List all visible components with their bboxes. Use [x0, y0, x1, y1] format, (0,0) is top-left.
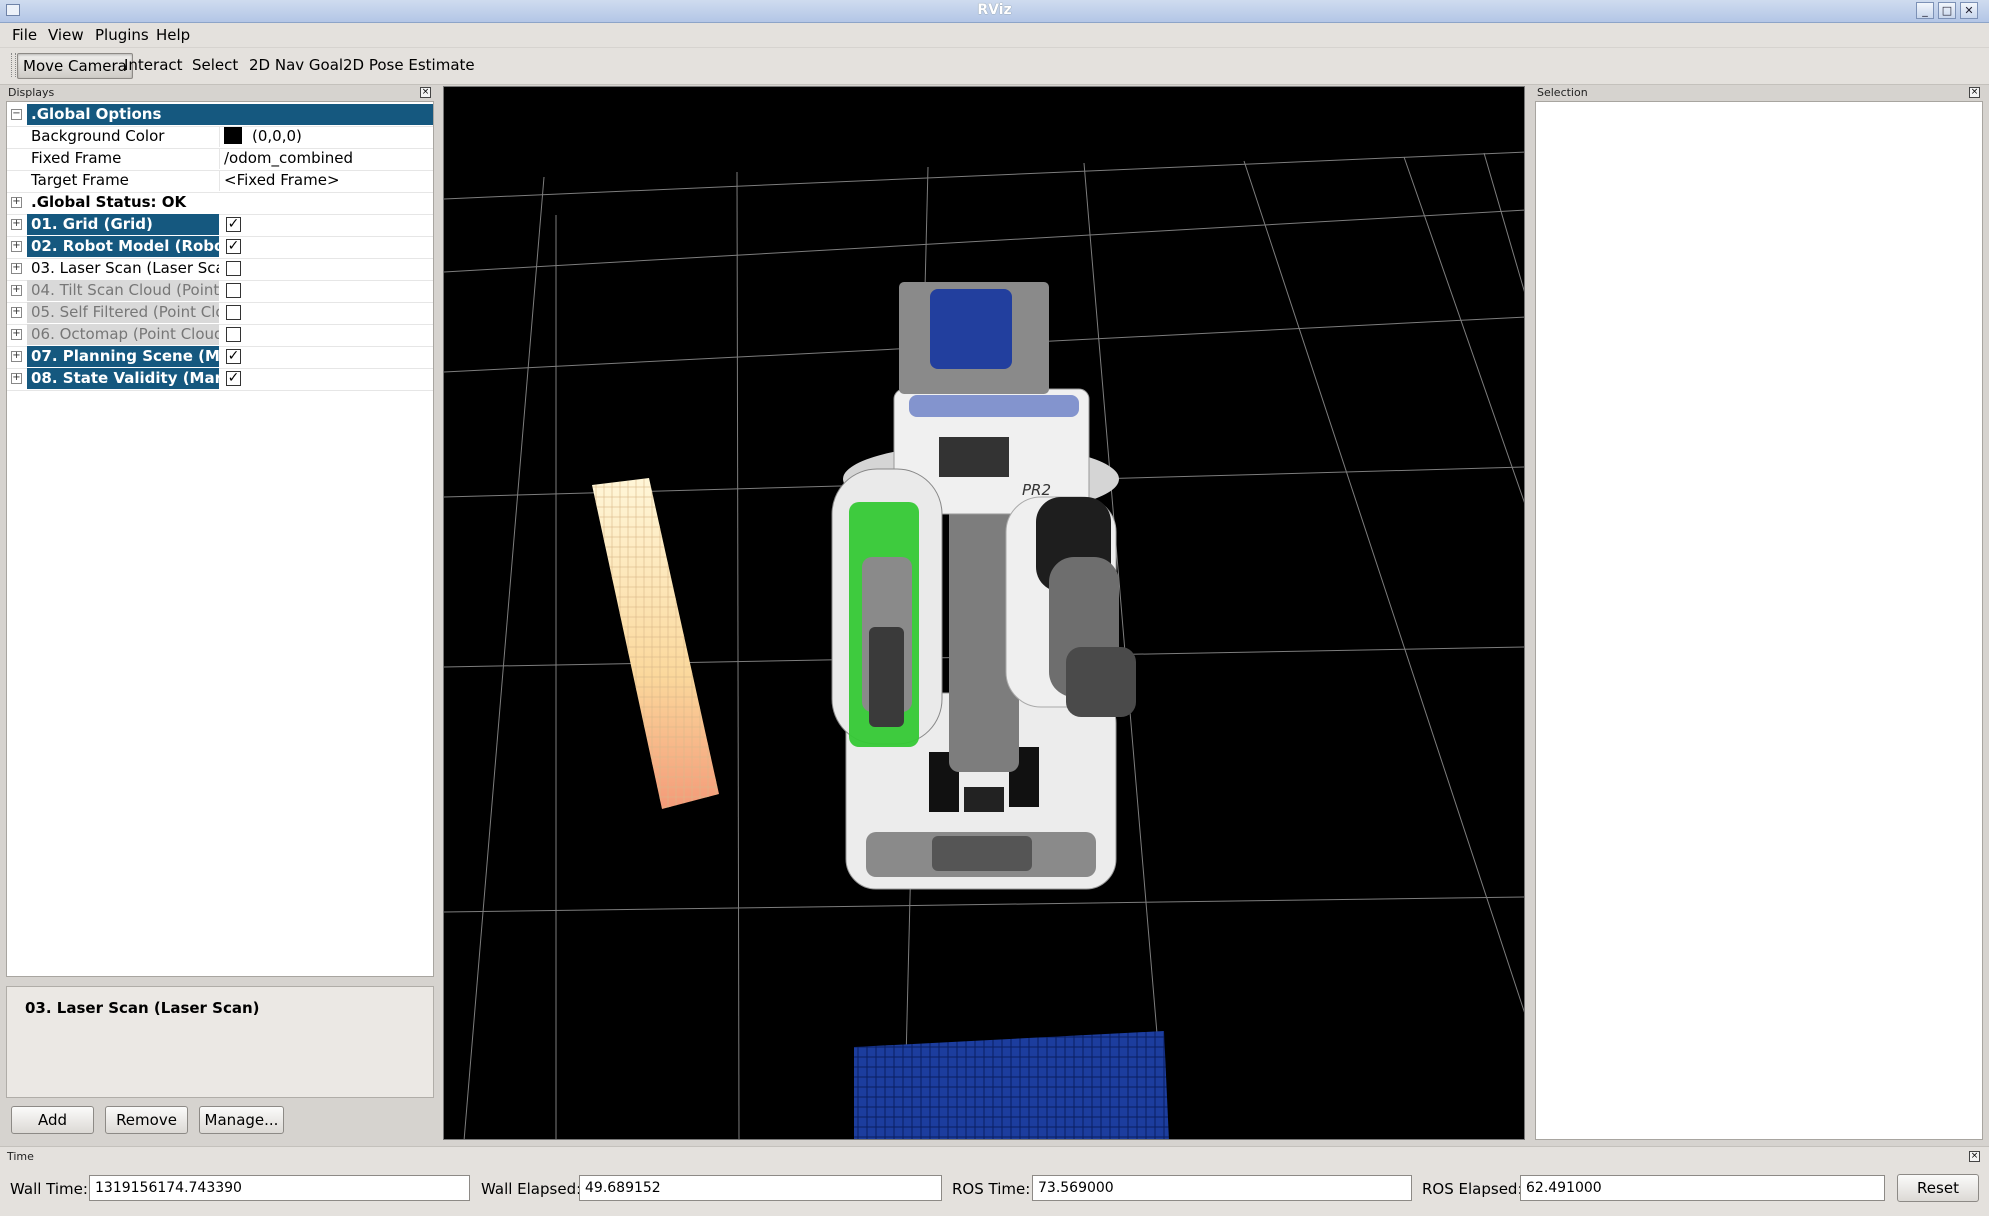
minimize-icon[interactable]: _ [1916, 2, 1934, 19]
menu-bar: File View Plugins Help [0, 23, 1989, 47]
display-item[interactable]: + 08. State Validity (Mark ✓ [7, 368, 433, 391]
tool-bar: Move Camera Interact Select 2D Nav Goal … [0, 48, 1989, 85]
display-item-label: 08. State Validity (Mark [27, 368, 219, 389]
menu-file[interactable]: File [12, 26, 37, 44]
display-item[interactable]: + 04. Tilt Scan Cloud (Point Cl [7, 280, 433, 303]
fixed-frame-value[interactable]: /odom_combined [219, 148, 353, 169]
tool-move-camera[interactable]: Move Camera [17, 53, 133, 79]
expand-icon[interactable]: + [11, 241, 22, 252]
selection-panel-title: Selection [1537, 86, 1588, 99]
expand-icon[interactable]: + [11, 263, 22, 274]
display-enable-checkbox[interactable]: ✓ [226, 349, 241, 364]
display-enable-checkbox[interactable]: ✓ [226, 371, 241, 386]
remove-button[interactable]: Remove [105, 1106, 188, 1134]
expand-icon[interactable]: + [11, 219, 22, 230]
collapse-icon[interactable]: − [11, 109, 22, 120]
tool-2d-pose-estimate[interactable]: 2D Pose Estimate [338, 53, 480, 77]
time-panel-title: Time [7, 1150, 34, 1163]
menu-help[interactable]: Help [156, 26, 190, 44]
tool-select[interactable]: Select [187, 53, 243, 77]
global-status-label: .Global Status: OK [31, 193, 187, 211]
property-name: Background Color [31, 126, 220, 147]
selection-close-icon[interactable]: × [1969, 87, 1980, 98]
time-close-icon[interactable]: × [1969, 1151, 1980, 1162]
global-options-label: .Global Options [27, 104, 433, 125]
robot-label: PR2 [1022, 481, 1051, 499]
tool-2d-nav-goal[interactable]: 2D Nav Goal [244, 53, 348, 77]
property-row[interactable]: Background Color (0,0,0) [7, 126, 433, 149]
viewport-scene: PR2 [444, 151, 1524, 1139]
display-enable-checkbox[interactable]: ✓ [226, 239, 241, 254]
display-item[interactable]: + 06. Octomap (Point Cloud2) [7, 324, 433, 347]
wall-elapsed-label: Wall Elapsed: [481, 1180, 582, 1198]
maximize-icon[interactable]: □ [1938, 2, 1956, 19]
window-titlebar: RViz _ □ ✕ [0, 0, 1989, 23]
display-description-panel: 03. Laser Scan (Laser Scan) [6, 986, 434, 1098]
time-panel: Time × Wall Time: 1319156174.743390 Wall… [0, 1146, 1989, 1216]
display-item-label: 07. Planning Scene (Mar [27, 346, 219, 367]
target-frame-value[interactable]: <Fixed Frame> [219, 170, 340, 191]
ros-elapsed-field[interactable]: 62.491000 [1520, 1175, 1885, 1201]
expand-icon[interactable]: + [11, 351, 22, 362]
expand-icon[interactable]: + [11, 285, 22, 296]
display-item-label: 04. Tilt Scan Cloud (Point Cl [27, 280, 219, 301]
close-icon[interactable]: ✕ [1960, 2, 1978, 19]
expand-icon[interactable]: + [11, 329, 22, 340]
display-enable-checkbox[interactable] [226, 327, 241, 342]
background-color-value: (0,0,0) [252, 127, 302, 145]
display-item-label: 02. Robot Model (Robot [27, 236, 219, 257]
display-enable-checkbox[interactable] [226, 261, 241, 276]
property-row[interactable]: Target Frame <Fixed Frame> [7, 170, 433, 193]
display-item-label: 01. Grid (Grid) [27, 214, 219, 235]
property-name: Fixed Frame [31, 148, 220, 169]
add-button[interactable]: Add [11, 1106, 94, 1134]
global-status-row[interactable]: + .Global Status: OK [7, 192, 433, 215]
octomap-patch [854, 1031, 1169, 1139]
displays-panel-title: Displays [8, 86, 55, 99]
selection-panel[interactable] [1535, 101, 1983, 1140]
expand-icon[interactable]: + [11, 373, 22, 384]
display-item[interactable]: + 03. Laser Scan (Laser Scan) [7, 258, 433, 281]
displays-tree[interactable]: − .Global Options Background Color (0,0,… [6, 101, 434, 977]
ros-time-field[interactable]: 73.569000 [1032, 1175, 1412, 1201]
display-item-label: 05. Self Filtered (Point Clouc [27, 302, 219, 323]
menu-plugins[interactable]: Plugins [95, 26, 149, 44]
display-enable-checkbox[interactable]: ✓ [226, 217, 241, 232]
display-item[interactable]: + 02. Robot Model (Robot ✓ [7, 236, 433, 259]
display-item[interactable]: + 05. Self Filtered (Point Clouc [7, 302, 433, 325]
display-item-label: 06. Octomap (Point Cloud2) [27, 324, 219, 345]
expand-icon[interactable]: + [11, 197, 22, 208]
expand-icon[interactable]: + [11, 307, 22, 318]
reset-button[interactable]: Reset [1897, 1174, 1979, 1202]
displays-close-icon[interactable]: × [420, 87, 431, 98]
display-description-text: 03. Laser Scan (Laser Scan) [25, 999, 260, 1017]
wall-time-field[interactable]: 1319156174.743390 [89, 1175, 470, 1201]
wall-elapsed-field[interactable]: 49.689152 [579, 1175, 942, 1201]
window-title: RViz [977, 2, 1012, 18]
property-row[interactable]: Fixed Frame /odom_combined [7, 148, 433, 171]
display-item-label: 03. Laser Scan (Laser Scan) [31, 259, 219, 277]
toolbar-handle[interactable] [11, 53, 16, 77]
menu-view[interactable]: View [48, 26, 84, 44]
ros-elapsed-label: ROS Elapsed: [1422, 1180, 1523, 1198]
manage-button[interactable]: Manage... [199, 1106, 284, 1134]
property-value[interactable]: (0,0,0) [219, 126, 302, 147]
tool-interact[interactable]: Interact [119, 53, 188, 77]
property-name: Target Frame [31, 170, 220, 191]
3d-viewport[interactable]: PR2 [443, 86, 1525, 1140]
ros-time-label: ROS Time: [952, 1180, 1031, 1198]
display-enable-checkbox[interactable] [226, 305, 241, 320]
wall-time-label: Wall Time: [10, 1180, 88, 1198]
global-options-row[interactable]: − .Global Options [7, 104, 433, 127]
display-enable-checkbox[interactable] [226, 283, 241, 298]
display-item[interactable]: + 07. Planning Scene (Mar ✓ [7, 346, 433, 369]
display-item[interactable]: + 01. Grid (Grid) ✓ [7, 214, 433, 237]
color-swatch[interactable] [224, 126, 242, 144]
